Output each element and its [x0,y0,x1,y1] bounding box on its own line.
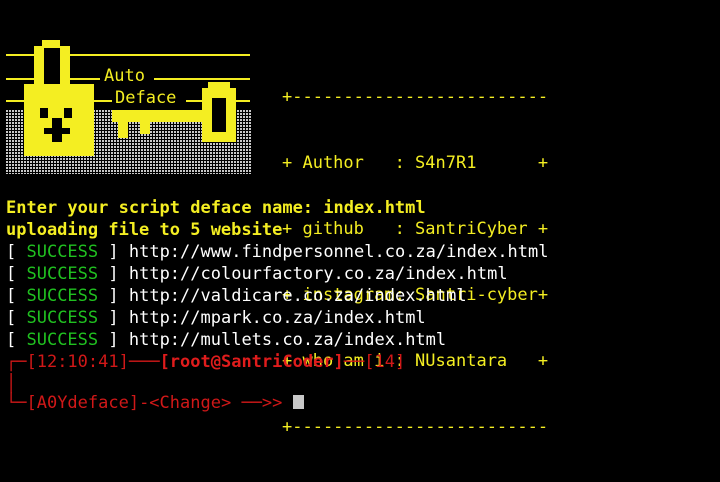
shell-prompt-header: ┌─[12:10:41]───[root@SantriCoder]──[14] [6,351,405,373]
result-row: [ SUCCESS ] http://www.findpersonnel.co.… [6,242,549,262]
result-row: [ SUCCESS ] http://valdicare.co.za/index… [6,286,467,306]
success-status: SUCCESS [26,286,99,306]
success-status: SUCCESS [26,330,99,350]
prompt-time: [12:10:41] [26,352,129,372]
result-url: http://mullets.co.za/index.html [128,330,447,350]
info-box-bottom-border: +------------------------- [282,417,549,437]
script-name-prompt: Enter your script deface name: index.htm… [6,198,426,218]
terminal-window[interactable]: Auto Deface +------------------------- +… [0,0,720,437]
prompt-separator: ── [343,352,365,372]
result-row: [ SUCCESS ] http://mpark.co.za/index.htm… [6,308,426,328]
terminal-cursor[interactable] [292,395,304,409]
success-status: SUCCESS [26,308,99,328]
prompt-corner-bottom: └─ [6,393,27,413]
logo-text-deface: Deface [115,88,177,108]
result-url: http://valdicare.co.za/index.html [128,286,467,306]
result-row: [ SUCCESS ] http://colourfactory.co.za/i… [6,264,508,284]
success-status: SUCCESS [26,242,99,262]
upload-status-line: uploading file to 5 website [6,220,283,240]
result-row: [ SUCCESS ] http://mullets.co.za/index.h… [6,330,447,350]
shell-input-line[interactable]: └─[A0Ydeface]-<Change> ──>> [6,392,304,414]
prompt-arrow: ──>> [241,393,283,413]
info-author: + Author : S4n7R1 + [282,153,549,173]
prompt-path: [A0Ydeface]-<Change> [26,393,232,413]
result-url: http://mpark.co.za/index.html [128,308,426,328]
info-github: + github : SantriCyber + [282,219,549,239]
prompt-separator: ─── [128,352,160,372]
prompt-corner: ┌─ [6,352,27,372]
info-box-top-border: +------------------------- [282,87,549,107]
success-status: SUCCESS [26,264,99,284]
prompt-user-host: [root@SantriCoder] [159,352,344,372]
prompt-history-count: [14] [364,352,406,372]
result-url: http://colourfactory.co.za/index.html [128,264,508,284]
logo-text-auto: Auto [104,66,145,86]
result-url: http://www.findpersonnel.co.za/index.htm… [128,242,549,262]
